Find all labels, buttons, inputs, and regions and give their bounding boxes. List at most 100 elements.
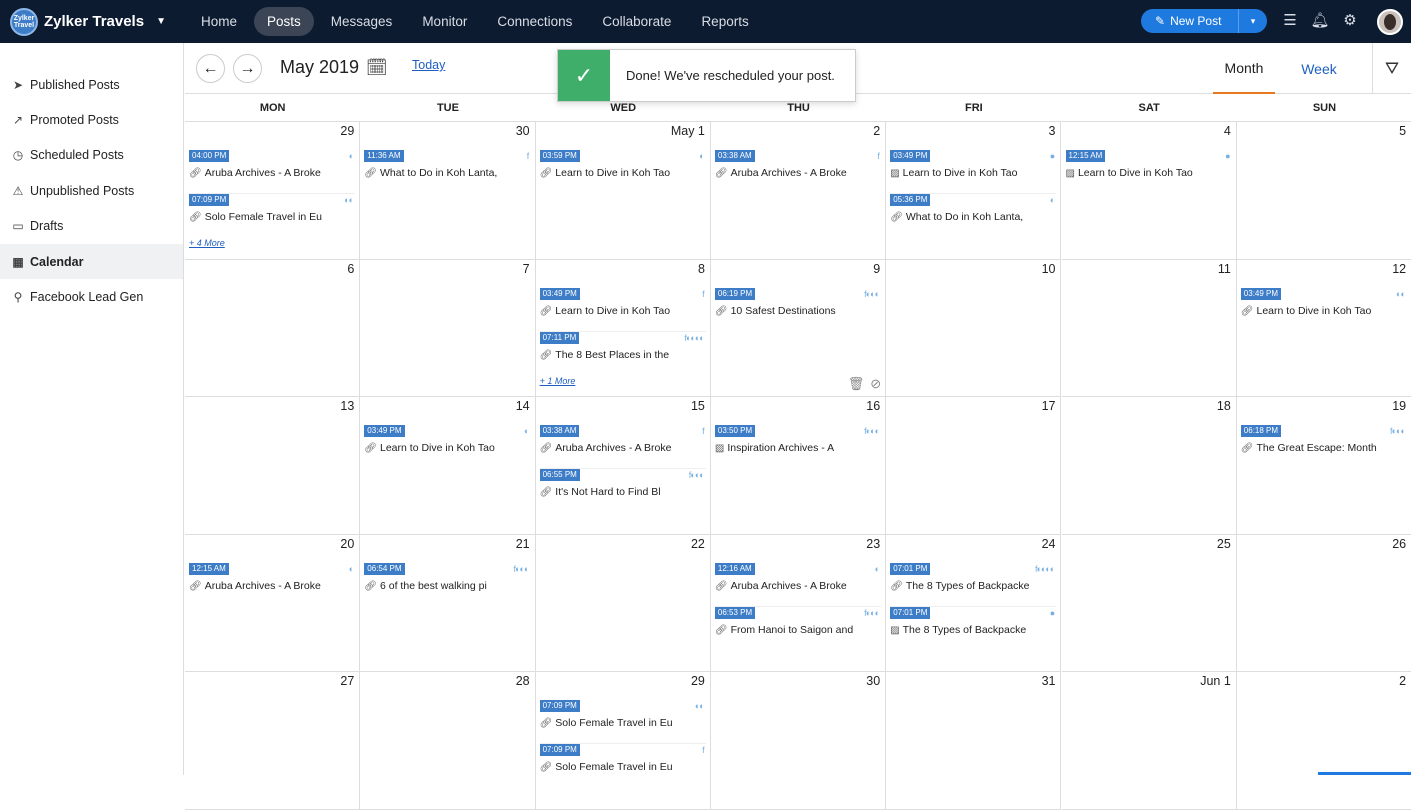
day-cell[interactable]: 18 [1061,397,1237,535]
prev-month-button[interactable]: ← [196,54,225,83]
today-link[interactable]: Today [412,58,445,72]
day-cell[interactable]: 31 [886,672,1062,810]
post-item[interactable]: 07:09 PM ◐◐ 🔗︎ Solo Female Travel in Eu [189,193,355,235]
post-item[interactable]: 03:38 AM f 🔗︎ Aruba Archives - A Broke [714,150,881,192]
sidebar-item-calendar[interactable]: ▦ Calendar [0,244,183,279]
link-icon: 🔗︎ [189,580,202,592]
post-time-badge: 03:50 PM [714,425,756,437]
gear-icon[interactable]: ⚙ [1340,11,1360,29]
day-cell[interactable]: 30 11:36 AM f 🔗︎ What to Do in Koh Lanta, [360,122,536,260]
post-item[interactable]: 07:01 PM ● ▨ The 8 Types of Backpacke [890,605,1057,648]
post-item[interactable]: 03:59 PM ◐ 🔗︎ Learn to Dive in Koh Tao [539,150,706,192]
day-cell[interactable]: 11 [1061,259,1237,397]
menu-icon[interactable]: ☰ [1280,11,1300,29]
filter-icon[interactable]: ⛛ [1372,43,1411,94]
day-cell[interactable]: 29 07:09 PM ◐◐ 🔗︎ Solo Female Travel in Eu 07… [535,672,711,810]
post-item[interactable]: 06:53 PM f◐◐◐ 🔗︎ From Hanoi to Saigon and [714,605,881,648]
day-cell[interactable]: 9 06:19 PM f◐◐◐ 🔗︎ 10 Safest Destinations 🗑︎ ⊘ [710,259,887,397]
day-cell[interactable]: 29 04:00 PM ◐ 🔗︎ Aruba Archives - A Broke 07:… [185,122,361,260]
weekday-header: FRI [886,94,1062,122]
day-cell[interactable]: Jun 1 [1061,672,1237,810]
post-item[interactable]: 12:15 AM ● ▨ Learn to Dive in Koh Tao [1065,150,1232,192]
day-cell[interactable]: 26 [1236,534,1411,672]
post-title-text: Aruba Archives - A Broke [730,167,847,179]
sidebar-item-facebook-lead-gen[interactable]: ⚲ Facebook Lead Gen [0,279,183,314]
day-cell[interactable]: 2 03:38 AM f 🔗︎ Aruba Archives - A Broke [710,122,887,260]
post-item[interactable]: 12:16 AM ◐ 🔗︎ Aruba Archives - A Broke [714,562,881,605]
post-item[interactable]: 06:54 PM f◐◐◐ 🔗︎ 6 of the best walking pi [364,562,530,605]
day-cell[interactable]: 20 12:15 AM ◐ 🔗︎ Aruba Archives - A Broke [185,534,361,672]
post-item[interactable]: 07:01 PM f◐◐◐◐ 🔗︎ The 8 Types of Backpacke [890,562,1056,605]
bell-icon[interactable]: 🔔︎ [1310,11,1330,29]
post-item[interactable]: 03:49 PM ● ▨ Learn to Dive in Koh Tao [890,150,1056,192]
social-network-icons: ◐ [699,151,705,161]
tab-week[interactable]: Week [1289,43,1349,94]
sidebar-item-unpublished-posts[interactable]: ⚠ Unpublished Posts [0,173,183,208]
post-item[interactable]: 05:36 PM ◐ 🔗︎ What to Do in Koh Lanta, [890,193,1057,235]
post-item[interactable]: 03:38 AM f 🔗︎ Aruba Archives - A Broke [539,425,706,467]
day-cell[interactable]: 10 [886,259,1062,397]
nav-item-home[interactable]: Home [188,7,250,36]
next-month-button[interactable]: → [233,54,262,83]
day-cell[interactable]: 17 [886,397,1062,535]
social-network-icons: ● [1225,151,1231,161]
post-item[interactable]: 07:09 PM ◐◐ 🔗︎ Solo Female Travel in Eu [539,700,706,742]
tab-month[interactable]: Month [1213,43,1275,94]
new-post-main[interactable]: ✎ New Post [1141,9,1239,33]
trash-icon[interactable]: 🗑︎ [848,376,865,392]
day-cell[interactable]: 6 [185,259,361,397]
post-item[interactable]: 11:36 AM f 🔗︎ What to Do in Koh Lanta, [364,150,530,192]
day-cell[interactable]: 16 03:50 PM f◐◐◐ ▨ Inspiration Archives - A [710,397,887,535]
sidebar-item-published-posts[interactable]: ➤ Published Posts [0,67,183,102]
day-cell[interactable]: 30 [710,672,887,810]
post-item[interactable]: 07:09 PM f 🔗︎ Solo Female Travel in Eu [539,743,706,785]
nav-item-collaborate[interactable]: Collaborate [589,7,684,36]
nav-item-posts[interactable]: Posts [254,7,314,36]
nav-item-reports[interactable]: Reports [688,7,761,36]
day-cell[interactable]: 4 12:15 AM ● ▨ Learn to Dive in Koh Tao [1061,122,1237,260]
day-cell[interactable]: May 1 03:59 PM ◐ 🔗︎ Learn to Dive in Koh Tao [535,122,711,260]
date-search-icon[interactable]: 🗓︎ [366,58,388,78]
nav-item-messages[interactable]: Messages [318,7,406,36]
post-item[interactable]: 03:49 PM ◐ 🔗︎ Learn to Dive in Koh Tao [364,425,530,467]
chevron-down-icon[interactable]: ▾ [1239,16,1267,27]
post-item[interactable]: 06:18 PM f◐◐◐ 🔗︎ The Great Escape: Month [1240,425,1407,467]
day-number: 4 [1223,124,1231,138]
sidebar-item-scheduled-posts[interactable]: ◷ Scheduled Posts [0,138,183,173]
day-cell[interactable]: 13 [185,397,361,535]
more-posts-link[interactable]: + 4 More [189,238,225,248]
brand-switcher[interactable]: Zylker Travel Zylker Travels ▼ [0,0,184,43]
post-item[interactable]: 03:49 PM f 🔗︎ Learn to Dive in Koh Tao [539,287,706,330]
day-cell[interactable]: 23 12:16 AM ◐ 🔗︎ Aruba Archives - A Broke 06:… [710,534,887,672]
avatar[interactable] [1377,9,1403,35]
more-posts-link[interactable]: + 1 More [540,376,576,386]
post-item[interactable]: 06:55 PM f◐◐◐ 🔗︎ It's Not Hard to Find Bl [539,468,706,510]
post-item[interactable]: 04:00 PM ◐ 🔗︎ Aruba Archives - A Broke [189,150,355,192]
day-cell[interactable]: 19 06:18 PM f◐◐◐ 🔗︎ The Great Escape: Month [1236,397,1411,535]
nav-item-connections[interactable]: Connections [484,7,585,36]
nav-item-monitor[interactable]: Monitor [409,7,480,36]
day-cell[interactable]: 24 07:01 PM f◐◐◐◐ 🔗︎ The 8 Types of Backpack… [886,534,1062,672]
post-item[interactable]: 12:15 AM ◐ 🔗︎ Aruba Archives - A Broke [189,562,355,605]
day-cell[interactable]: 28 [360,672,536,810]
post-item[interactable]: 06:19 PM f◐◐◐ 🔗︎ 10 Safest Destinations [714,287,881,330]
day-cell[interactable]: 3 03:49 PM ● ▨ Learn to Dive in Koh Tao 05:36… [886,122,1062,260]
day-cell[interactable]: 27 [185,672,361,810]
post-item[interactable]: 07:11 PM f◐◐◐◐ 🔗︎ The 8 Best Places in the [539,330,706,373]
post-item[interactable]: 03:50 PM f◐◐◐ ▨ Inspiration Archives - A [714,425,881,467]
edit-icon[interactable]: ⊘ [870,376,881,392]
day-cell[interactable]: 15 03:38 AM f 🔗︎ Aruba Archives - A Broke 06:… [535,397,711,535]
day-cell[interactable]: 2 [1236,672,1411,810]
post-item[interactable]: 03:49 PM ◐◐ 🔗︎ Learn to Dive in Koh Tao [1240,287,1407,330]
day-cell[interactable]: 22 [535,534,711,672]
day-cell[interactable]: 25 [1061,534,1237,672]
sidebar-item-promoted-posts[interactable]: ↗ Promoted Posts [0,102,183,137]
sidebar-item-drafts[interactable]: ▭ Drafts [0,209,183,244]
day-cell[interactable]: 7 [360,259,536,397]
day-cell[interactable]: 21 06:54 PM f◐◐◐ 🔗︎ 6 of the best walking pi [360,534,536,672]
day-cell[interactable]: 8 03:49 PM f 🔗︎ Learn to Dive in Koh Tao 07:1… [535,259,711,397]
day-cell[interactable]: 14 03:49 PM ◐ 🔗︎ Learn to Dive in Koh Tao [360,397,536,535]
day-cell[interactable]: 5 [1236,122,1411,260]
day-cell[interactable]: 12 03:49 PM ◐◐ 🔗︎ Learn to Dive in Koh Tao [1236,259,1411,397]
new-post-button[interactable]: ✎ New Post ▾ [1141,9,1267,33]
